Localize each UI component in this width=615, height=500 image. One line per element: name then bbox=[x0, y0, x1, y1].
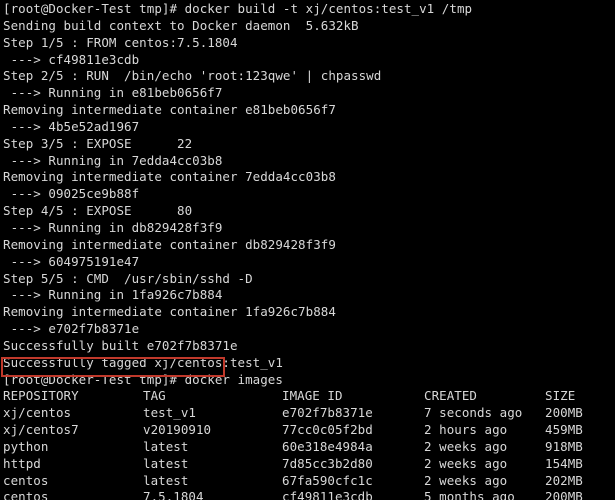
build-output-line: Step 5/5 : CMD /usr/sbin/sshd -D bbox=[3, 270, 253, 286]
build-output-line: ---> Running in db829428f3f9 bbox=[3, 219, 223, 235]
cell-repository: httpd bbox=[3, 455, 41, 471]
cell-image-id: 77cc0c05f2bd bbox=[282, 422, 373, 438]
cell-created: 2 weeks ago bbox=[424, 455, 508, 471]
build-output-line: ---> e702f7b8371e bbox=[3, 321, 140, 337]
cell-created: 7 seconds ago bbox=[424, 405, 523, 421]
cell-size: 200MB bbox=[545, 489, 583, 500]
command-line-build: [root@Docker-Test tmp]# docker build -t … bbox=[3, 1, 473, 16]
cell-size: 202MB bbox=[545, 472, 583, 488]
table-row: centos 7.5.1804 cf49811e3cdb 5 months ag… bbox=[3, 489, 615, 500]
column-header-size: SIZE bbox=[545, 388, 576, 404]
cell-repository: centos bbox=[3, 472, 49, 488]
cell-image-id: 7d85cc3b2d80 bbox=[282, 455, 373, 471]
command-line-images: [root@Docker-Test tmp]# docker images bbox=[3, 371, 283, 387]
build-output-line: ---> Running in 1fa926c7b884 bbox=[3, 287, 223, 303]
table-row: centos latest 67fa590cfc1c 2 weeks ago 2… bbox=[3, 473, 615, 490]
cell-image-id: 60e318e4984a bbox=[282, 438, 373, 454]
terminal-window[interactable]: [root@Docker-Test tmp]# docker build -t … bbox=[0, 0, 615, 500]
terminal-screen: [root@Docker-Test tmp]# docker build -t … bbox=[3, 1, 615, 500]
cell-tag: latest bbox=[143, 455, 189, 471]
build-output-line: Step 1/5 : FROM centos:7.5.1804 bbox=[3, 34, 238, 50]
cell-repository: xj/centos bbox=[3, 405, 72, 421]
cell-created: 2 hours ago bbox=[424, 422, 508, 438]
column-header-tag: TAG bbox=[143, 388, 166, 404]
build-output-line: Successfully built e702f7b8371e bbox=[3, 337, 238, 353]
build-output-line: Step 4/5 : EXPOSE 80 bbox=[3, 203, 193, 219]
table-header-row: REPOSITORY TAG IMAGE ID CREATED SIZE bbox=[3, 388, 615, 405]
cell-tag: 7.5.1804 bbox=[143, 489, 204, 500]
cell-size: 154MB bbox=[545, 455, 583, 471]
column-header-image-id: IMAGE ID bbox=[282, 388, 343, 404]
cell-tag: v20190910 bbox=[143, 422, 212, 438]
cell-image-id: e702f7b8371e bbox=[282, 405, 373, 421]
build-output-line: ---> 4b5e52ad1967 bbox=[3, 118, 140, 134]
table-row: xj/centos test_v1 e702f7b8371e 7 seconds… bbox=[3, 405, 615, 422]
table-row: xj/centos7 v20190910 77cc0c05f2bd 2 hour… bbox=[3, 422, 615, 439]
cell-image-id: cf49811e3cdb bbox=[282, 489, 373, 500]
build-output-line: Removing intermediate container 7edda4cc… bbox=[3, 169, 336, 185]
build-output-line: ---> 604975191e47 bbox=[3, 253, 140, 269]
table-row: python latest 60e318e4984a 2 weeks ago 9… bbox=[3, 439, 615, 456]
cell-created: 5 months ago bbox=[424, 489, 515, 500]
cell-size: 200MB bbox=[545, 405, 583, 421]
cell-image-id: 67fa590cfc1c bbox=[282, 472, 373, 488]
build-output-line: Sending build context to Docker daemon 5… bbox=[3, 17, 359, 33]
build-output-line: Step 3/5 : EXPOSE 22 bbox=[3, 135, 193, 151]
table-row: httpd latest 7d85cc3b2d80 2 weeks ago 15… bbox=[3, 456, 615, 473]
build-output-line: ---> cf49811e3cdb bbox=[3, 51, 140, 67]
build-output-line: Removing intermediate container e81beb06… bbox=[3, 102, 336, 118]
build-output-line: ---> Running in e81beb0656f7 bbox=[3, 85, 223, 101]
cell-repository: python bbox=[3, 438, 49, 454]
build-output-line: Removing intermediate container 1fa926c7… bbox=[3, 304, 336, 320]
cell-repository: xj/centos7 bbox=[3, 422, 79, 438]
build-output-line: Step 2/5 : RUN /bin/echo 'root:123qwe' |… bbox=[3, 68, 382, 84]
column-header-repository: REPOSITORY bbox=[3, 388, 79, 404]
cell-size: 918MB bbox=[545, 438, 583, 454]
build-output-line: ---> 09025ce9b88f bbox=[3, 186, 140, 202]
cell-repository: centos bbox=[3, 489, 49, 500]
cell-tag: test_v1 bbox=[143, 405, 196, 421]
build-output-line: Successfully tagged xj/centos:test_v1 bbox=[3, 354, 283, 370]
column-header-created: CREATED bbox=[424, 388, 477, 404]
build-output-line: ---> Running in 7edda4cc03b8 bbox=[3, 152, 223, 168]
cell-created: 2 weeks ago bbox=[424, 472, 508, 488]
cell-tag: latest bbox=[143, 438, 189, 454]
cell-size: 459MB bbox=[545, 422, 583, 438]
cell-created: 2 weeks ago bbox=[424, 438, 508, 454]
cell-tag: latest bbox=[143, 472, 189, 488]
build-output-line: Removing intermediate container db829428… bbox=[3, 236, 336, 252]
